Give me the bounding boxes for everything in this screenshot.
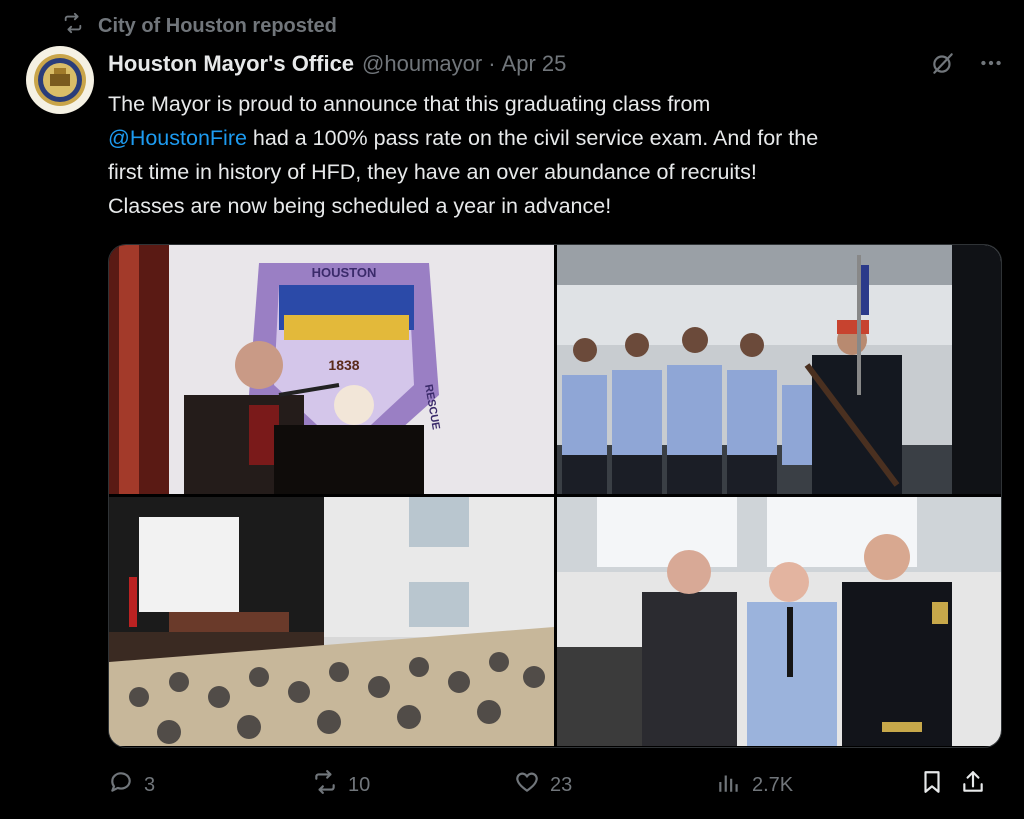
svg-text:HOUSTON: HOUSTON [312,265,377,280]
tweet-line: @HoustonFire had a 100% pass rate on the… [108,126,819,150]
repost-context[interactable]: City of Houston reposted [62,12,337,40]
reply-count: 3 [144,773,156,796]
heart-icon [514,769,540,801]
photo-officials-conversation[interactable] [557,497,1001,746]
views-count: 2.7K [752,773,794,796]
mention-link[interactable]: @HoustonFire [108,126,247,150]
bookmark-button[interactable] [919,769,945,801]
separator-dot: · [488,51,496,76]
repost-icon [62,12,84,40]
repost-icon [312,769,338,801]
tweet-header: Houston Mayor's Office @houmayor · Apr 2… [108,48,1004,80]
city-seal-logo [27,47,93,113]
tweet-text: The Mayor is proud to announce that this… [108,87,998,223]
tweet-line: The Mayor is proud to announce that this… [108,92,711,116]
grok-icon[interactable] [930,50,956,82]
bookmark-icon [919,769,945,801]
reply-button[interactable]: 3 [108,769,155,801]
author-name[interactable]: Houston Mayor's Office [108,51,354,77]
media-grid: 1838 HOUSTON FI RESCUE [108,244,1002,748]
share-icon [960,769,986,801]
like-button[interactable]: 23 [514,769,572,801]
photo-speaker-podium[interactable]: 1838 HOUSTON FI RESCUE [109,245,554,494]
like-count: 23 [550,773,573,796]
avatar[interactable] [26,46,94,114]
tweet-date[interactable]: Apr 25 [502,51,567,77]
svg-text:1838: 1838 [328,357,359,373]
tweet-line: first time in history of HFD, they have … [108,160,757,184]
repost-label: City of Houston reposted [98,14,337,37]
tweet-actions: 3 10 23 2.7K [108,768,1004,802]
repost-button[interactable]: 10 [312,769,370,801]
tweet-line: Classes are now being scheduled a year i… [108,194,612,218]
reply-icon [108,769,134,801]
share-button[interactable] [960,769,986,801]
photo-auditorium-audience[interactable] [109,497,554,746]
views-button[interactable]: 2.7K [716,769,793,801]
photo-recruits-lineup[interactable] [557,245,1001,494]
repost-count: 10 [348,773,371,796]
more-icon[interactable] [978,50,1004,82]
author-handle[interactable]: @houmayor [362,51,482,77]
views-icon [716,769,742,801]
